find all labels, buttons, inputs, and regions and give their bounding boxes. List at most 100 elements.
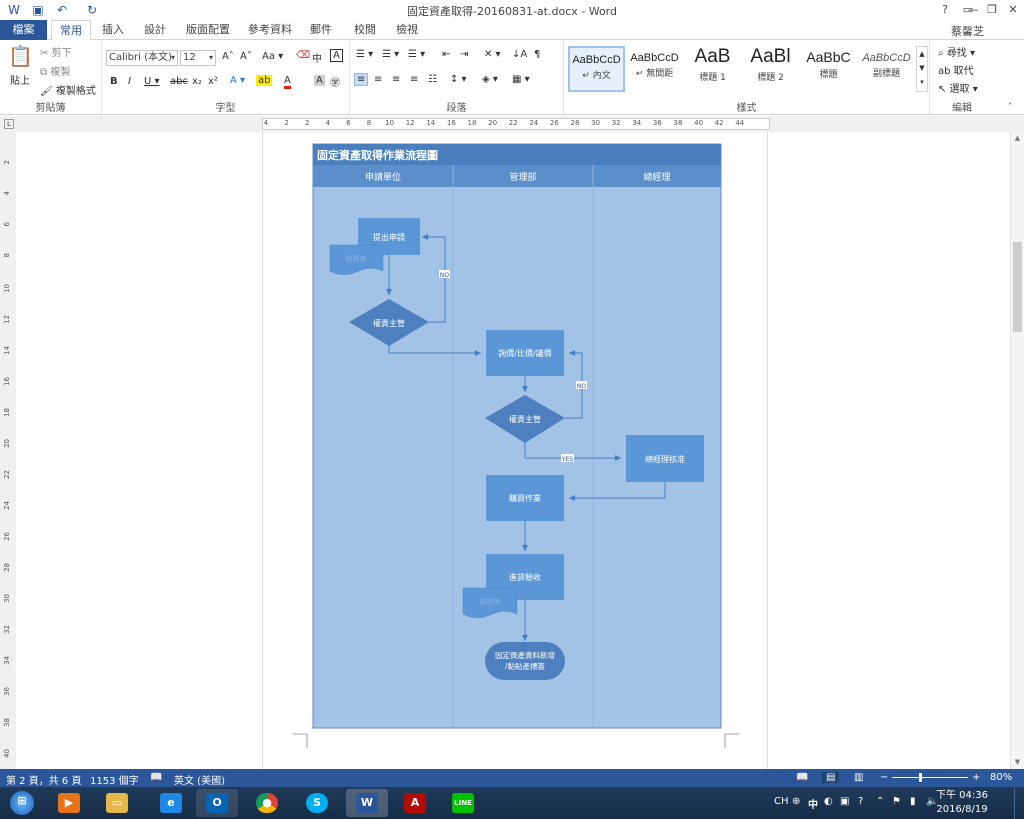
tab-mailings[interactable]: 郵件 xyxy=(304,20,338,40)
maximize-button[interactable]: ❐ xyxy=(982,0,1002,20)
taskbar-media-player[interactable]: ▶ xyxy=(48,789,90,817)
bullets-icon[interactable]: ☰ ▾ xyxy=(356,49,373,60)
read-mode-icon[interactable]: 📖 xyxy=(796,772,808,783)
start-button[interactable]: ⊞ xyxy=(2,789,42,817)
show-marks-icon[interactable]: ¶ xyxy=(534,49,540,60)
cut-button[interactable]: ✂ 剪下 xyxy=(40,44,72,59)
taskbar-outlook[interactable]: O xyxy=(196,789,238,817)
select-button[interactable]: ↖ 選取 ▾ xyxy=(938,80,978,95)
highlight-icon[interactable]: ab xyxy=(256,75,273,86)
enclose-char-icon[interactable]: ㊫ xyxy=(330,74,340,89)
align-center-icon[interactable]: ≡ xyxy=(374,74,382,85)
document-page[interactable]: 固定資產取得作業流程圖 申請單位 管理部 總經理 NO NO YES 提出申請 … xyxy=(262,132,768,769)
print-layout-icon[interactable]: ▤ xyxy=(822,772,840,783)
help-button[interactable]: ? xyxy=(934,0,956,20)
proofing-icon[interactable]: 📖 xyxy=(150,772,162,783)
font-size-combo[interactable]: 12 ▾ xyxy=(180,50,216,66)
taskbar-ie[interactable]: e xyxy=(150,789,192,817)
zoom-in-icon[interactable]: + xyxy=(972,772,980,783)
network-icon[interactable]: ▮ xyxy=(910,796,916,807)
tab-home[interactable]: 常用 xyxy=(51,20,91,41)
tab-layout[interactable]: 版面配置 xyxy=(182,20,234,40)
taskbar-chrome[interactable]: ● xyxy=(246,789,288,817)
distributed-icon[interactable]: ☷ xyxy=(428,74,437,85)
tab-insert[interactable]: 插入 xyxy=(96,20,130,40)
increase-indent-icon[interactable]: ⇥ xyxy=(460,49,468,60)
format-painter-button[interactable]: 🖌 複製格式 xyxy=(40,82,96,97)
web-layout-icon[interactable]: ▥ xyxy=(854,772,863,783)
superscript-button[interactable]: x² xyxy=(208,76,218,87)
ime-chinese[interactable]: 中 xyxy=(808,796,818,811)
styles-scroll[interactable]: ▲ ▼ ▾ xyxy=(916,46,928,92)
language-indicator[interactable]: 英文 (美國) xyxy=(174,772,225,787)
align-right-icon[interactable]: ≡ xyxy=(392,74,400,85)
asian-layout-icon[interactable]: ✕ ▾ xyxy=(484,49,501,60)
tab-view[interactable]: 檢視 xyxy=(390,20,424,40)
tab-review[interactable]: 校閱 xyxy=(348,20,382,40)
underline-button[interactable]: U ▾ xyxy=(144,76,160,87)
char-shading-icon[interactable]: A xyxy=(314,75,325,86)
change-case-button[interactable]: Aa ▾ xyxy=(262,51,283,62)
paste-icon[interactable]: 📋 xyxy=(8,44,33,68)
italic-button[interactable]: I xyxy=(128,76,131,87)
show-desktop-button[interactable] xyxy=(1014,787,1024,819)
taskbar-explorer[interactable]: ▭ xyxy=(96,789,138,817)
minimize-button[interactable]: — xyxy=(964,0,982,20)
char-border-button[interactable]: A xyxy=(330,49,343,62)
subscript-button[interactable]: x₂ xyxy=(192,76,202,87)
collapse-ribbon-icon[interactable]: ˄ xyxy=(1008,102,1012,111)
ime-indicator[interactable]: CH xyxy=(774,796,789,807)
scroll-thumb[interactable] xyxy=(1013,242,1022,332)
zoom-slider[interactable] xyxy=(892,777,968,778)
ime-toolbar-icon[interactable]: ◐ xyxy=(824,796,833,807)
find-button[interactable]: ⌕ 尋找 ▾ xyxy=(938,44,975,59)
shrink-font-icon[interactable]: A˅ xyxy=(240,51,252,62)
style-heading-2[interactable]: AaBl 標題 2 xyxy=(742,46,799,92)
page-indicator[interactable]: 第 2 頁，共 6 頁 xyxy=(6,772,81,787)
text-effects-icon[interactable]: A ▾ xyxy=(230,75,245,86)
ime-options-icon[interactable]: ▣ xyxy=(840,796,849,807)
style-subtitle[interactable]: AaBbCcD 副標題 xyxy=(858,46,915,92)
font-name-combo[interactable]: Calibri (本文) ▾ xyxy=(106,50,178,66)
shading-icon[interactable]: ◈ ▾ xyxy=(482,74,498,85)
document-area[interactable]: 固定資產取得作業流程圖 申請單位 管理部 總經理 NO NO YES 提出申請 … xyxy=(16,132,1010,769)
style-title[interactable]: AaBbC 標題 xyxy=(800,46,857,92)
zoom-slider-thumb[interactable] xyxy=(919,773,922,782)
grow-font-icon[interactable]: A˄ xyxy=(222,51,234,62)
tab-references[interactable]: 參考資料 xyxy=(244,20,296,40)
taskbar-acrobat[interactable]: A xyxy=(394,789,436,817)
line-spacing-icon[interactable]: ↕ ▾ xyxy=(450,74,467,85)
align-left-icon[interactable]: ≡ xyxy=(354,73,369,86)
style-heading-1[interactable]: AaB 標題 1 xyxy=(684,46,741,92)
taskbar-line[interactable]: LINE xyxy=(442,789,484,817)
tray-expand-icon[interactable]: ⌃ xyxy=(876,796,884,807)
tab-selector[interactable]: L xyxy=(4,119,14,129)
vertical-scrollbar[interactable]: ▲ ▼ xyxy=(1010,132,1024,769)
scroll-up-icon[interactable]: ▲ xyxy=(1011,132,1024,144)
phonetic-guide-button[interactable]: 中 xyxy=(312,50,322,65)
strikethrough-button[interactable]: abc xyxy=(170,76,188,87)
decrease-indent-icon[interactable]: ⇤ xyxy=(442,49,450,60)
tab-design[interactable]: 設計 xyxy=(138,20,172,40)
replace-button[interactable]: ab 取代 xyxy=(938,62,974,77)
ime-mode-icon[interactable]: ⊕ xyxy=(792,796,800,807)
multilevel-list-icon[interactable]: ☰ ▾ xyxy=(408,49,425,60)
system-clock[interactable]: 下午 04:36 2016/8/19 xyxy=(936,789,988,817)
sort-icon[interactable]: ↓A xyxy=(512,49,527,60)
zoom-out-icon[interactable]: − xyxy=(880,772,888,783)
zoom-level[interactable]: 80% xyxy=(990,772,1012,783)
help-tray-icon[interactable]: ? xyxy=(858,796,863,807)
numbering-icon[interactable]: ☰ ▾ xyxy=(382,49,399,60)
style-no-spacing[interactable]: AaBbCcD ↵ 無間距 xyxy=(626,46,683,92)
bold-button[interactable]: B xyxy=(110,76,118,87)
tab-file[interactable]: 檔案 xyxy=(0,20,47,40)
scroll-down-icon[interactable]: ▼ xyxy=(1011,756,1024,768)
word-count[interactable]: 1153 個字 xyxy=(90,772,139,787)
close-button[interactable]: ✕ xyxy=(1002,0,1024,20)
action-center-icon[interactable]: ⚑ xyxy=(892,796,901,807)
borders-icon[interactable]: ▦ ▾ xyxy=(512,74,530,85)
taskbar-word[interactable]: W xyxy=(346,789,388,817)
user-name[interactable]: 蔡馨芝 xyxy=(951,23,984,39)
paste-button[interactable]: 貼上 xyxy=(10,72,30,87)
font-color-icon[interactable]: A xyxy=(284,75,291,89)
